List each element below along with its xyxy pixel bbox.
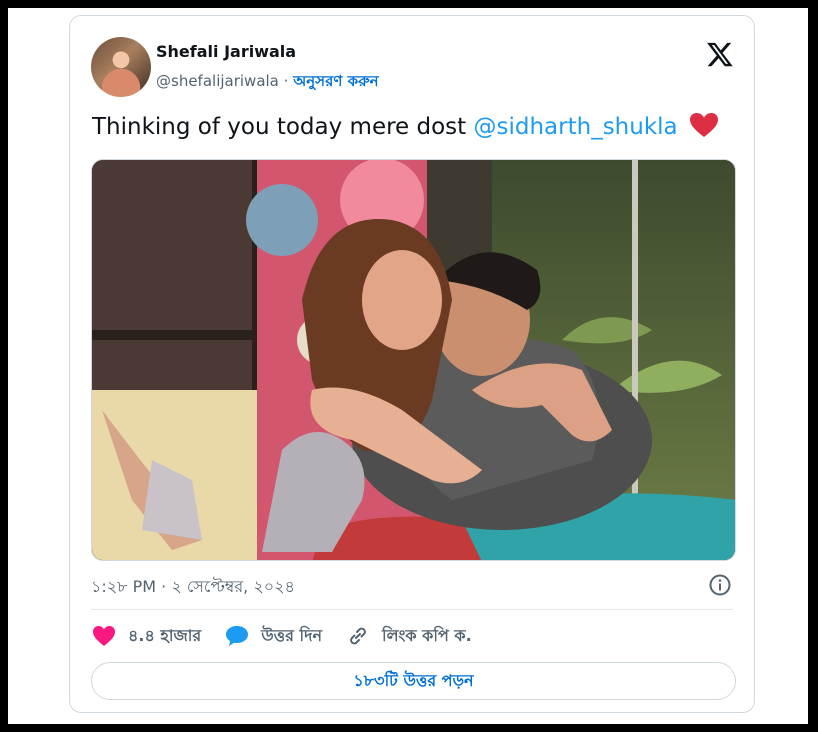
heart-icon: [93, 626, 115, 646]
handle-row: @shefalijariwala · অনুসরণ করুন: [156, 70, 379, 95]
tweet-body: Thinking of you today mere dost: [92, 114, 474, 140]
copy-link-button[interactable]: লিংক কপি ক.: [346, 623, 472, 650]
tweet-card[interactable]: Shefali Jariwala @shefalijariwala · অনুস…: [69, 15, 755, 713]
like-count: ৪.৪ হাজার: [128, 625, 202, 645]
copy-link-label: লিংক কপি ক.: [382, 625, 472, 645]
mention-link[interactable]: @sidharth_shukla: [474, 114, 678, 140]
tweet-text: Thinking of you today mere dost @sidhart…: [92, 112, 719, 140]
x-logo-icon[interactable]: [706, 40, 734, 68]
follow-button[interactable]: অনুসরণ করুন: [293, 72, 378, 90]
avatar[interactable]: [91, 37, 151, 97]
page-frame: Shefali Jariwala @shefalijariwala · অনুস…: [8, 8, 808, 724]
author-name[interactable]: Shefali Jariwala: [156, 42, 296, 61]
divider: [91, 609, 733, 610]
photo-illustration: [92, 160, 735, 560]
like-button[interactable]: ৪.৪ হাজার: [92, 623, 201, 650]
speech-bubble-icon: [226, 626, 249, 646]
separator: ·: [283, 72, 289, 90]
info-icon[interactable]: [708, 573, 732, 597]
author-handle[interactable]: @shefalijariwala: [156, 72, 279, 90]
timestamp[interactable]: ১:২৮ PM · ২ সেপ্টেম্বর, ২০২৪: [91, 574, 295, 601]
read-replies-button[interactable]: ১৮৩টি উত্তর পড়ন: [91, 662, 736, 700]
reply-button[interactable]: উত্তর দিন: [225, 623, 322, 650]
reply-label: উত্তর দিন: [261, 625, 323, 645]
link-icon: [350, 627, 366, 645]
tweet-photo[interactable]: [91, 159, 736, 561]
action-bar: ৪.৪ হাজার উত্তর দিন লিংক কপি ক.: [92, 622, 496, 650]
red-heart-emoji-icon: [689, 113, 718, 137]
